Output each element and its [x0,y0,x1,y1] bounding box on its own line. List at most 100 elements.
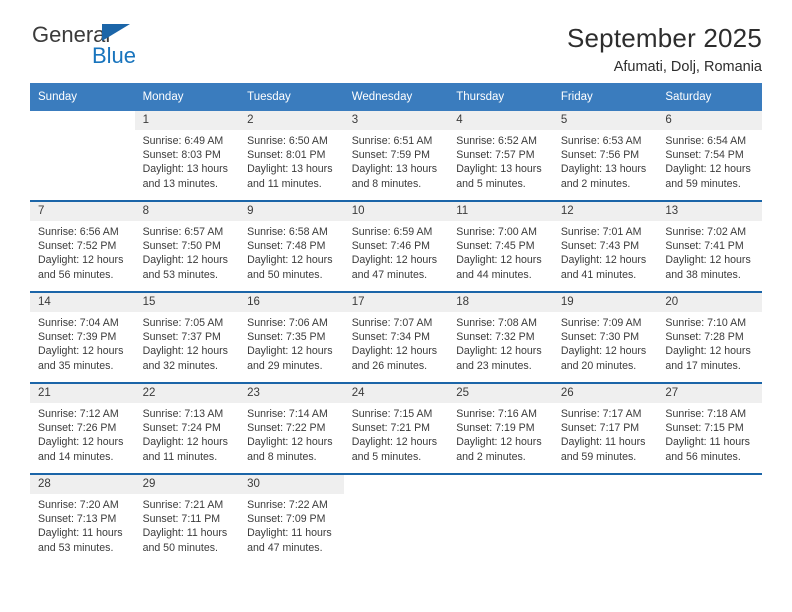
day-number-26[interactable]: 26 [552,384,658,403]
day-number-23[interactable]: 23 [239,384,344,403]
day-number-15[interactable]: 15 [134,293,240,312]
day-number-27[interactable]: 27 [657,384,762,403]
day-number-9[interactable]: 9 [239,202,344,221]
day-number-8[interactable]: 8 [134,202,240,221]
day-info-line: Sunrise: 7:17 AM [560,408,642,420]
day-number-17[interactable]: 17 [343,293,449,312]
day-number-21[interactable]: 21 [30,384,135,403]
page-header: General Blue September 2025 Afumati, Dol… [30,0,762,75]
day-info-21: Sunrise: 7:12 AM Sunset: 7:26 PM Daylight:… [30,403,135,473]
day-info-line: Sunrise: 6:50 AM [247,135,328,147]
title-block: September 2025 Afumati, Dolj, Romania [567,22,762,78]
day-number-30[interactable]: 30 [239,475,344,494]
day-info-16: Sunrise: 7:06 AM Sunset: 7:35 PM Daylight:… [239,312,344,382]
day-number-25[interactable]: 25 [448,384,553,403]
day-info-line: Sunset: 7:34 PM [351,331,431,344]
page-title: September 2025 [566,23,762,53]
day-number-12[interactable]: 12 [552,202,658,221]
page-subtitle: Afumati, Dolj, Romania [613,59,762,75]
day-number-24[interactable]: 24 [343,384,449,403]
day-info-line: Sunset: 7:54 PM [665,149,744,162]
day-info-line: Sunrise: 7:09 AM [560,317,642,329]
day-info-line: and 14 minutes. [38,450,114,463]
week-daynumber-row: 14 15 16 17 18 19 20 [30,293,762,312]
weekday-header-saturday: Saturday [657,83,762,111]
day-info-line: and 41 minutes. [560,268,637,281]
day-info-line: Sunrise: 7:22 AM [247,499,328,511]
day-info-line: Sunset: 7:59 PM [351,149,431,162]
day-number-20[interactable]: 20 [657,293,762,312]
day-number-13[interactable]: 13 [657,202,762,221]
day-info-10: Sunrise: 6:59 AM Sunset: 7:46 PM Daylight:… [343,221,449,291]
day-info-line: Sunrise: 7:00 AM [456,226,537,238]
day-info-30: Sunrise: 7:22 AM Sunset: 7:09 PM Daylight:… [239,494,344,564]
day-number-6[interactable]: 6 [657,111,762,130]
weekday-header-sunday: Sunday [30,83,135,111]
day-number-18[interactable]: 18 [448,293,553,312]
day-info-line: Daylight: 12 hours [142,345,228,358]
week-daynumber-row: 123456 [30,111,762,130]
day-info-18: Sunrise: 7:08 AM Sunset: 7:32 PM Daylight:… [448,312,553,382]
day-info-line: and 5 minutes. [456,177,526,190]
day-info-line: Sunset: 7:17 PM [560,422,640,435]
day-info-line: Sunrise: 6:49 AM [142,135,224,147]
day-info-line: Sunrise: 7:18 AM [665,408,747,420]
day-cell-empty [552,475,658,494]
day-info-line: Daylight: 12 hours [247,254,333,267]
day-info-line: Sunset: 7:45 PM [456,240,535,253]
day-cell-empty [657,475,762,494]
week-info-row: Sunrise: 7:20 AM Sunset: 7:13 PM Daylight:… [30,494,762,564]
day-info-line: Daylight: 13 hours [560,163,647,176]
day-info-line: Daylight: 12 hours [38,254,124,267]
day-number-22[interactable]: 22 [134,384,240,403]
day-number-14[interactable]: 14 [30,293,135,312]
day-number-4[interactable]: 4 [448,111,553,130]
day-info-line: Sunset: 7:28 PM [665,331,744,344]
day-number-1[interactable]: 1 [134,111,240,130]
day-number-3[interactable]: 3 [343,111,449,130]
day-info-line: Sunset: 7:52 PM [38,240,117,253]
day-info-line: Daylight: 12 hours [665,163,751,176]
day-info-line: and 53 minutes. [38,541,114,554]
day-number-7[interactable]: 7 [30,202,135,221]
day-info-line: Daylight: 13 hours [142,163,228,176]
day-info-line: Sunset: 7:09 PM [247,513,326,526]
day-info-line: Sunset: 7:24 PM [142,422,221,435]
day-number-10[interactable]: 10 [343,202,449,221]
day-info-line: Sunset: 7:56 PM [560,149,640,162]
day-number-19[interactable]: 19 [552,293,658,312]
day-info-line: Daylight: 12 hours [142,436,228,449]
day-info-line: Daylight: 12 hours [560,254,647,267]
day-info-line: and 17 minutes. [665,359,741,372]
day-info-line: and 47 minutes. [247,541,323,554]
day-info-line: Daylight: 13 hours [456,163,542,176]
day-number-29[interactable]: 29 [134,475,240,494]
day-info-line: Sunset: 7:13 PM [38,513,117,526]
day-info-line: Sunrise: 7:07 AM [351,317,433,329]
day-info-line: Sunrise: 6:52 AM [456,135,537,147]
day-info-line: Daylight: 12 hours [665,345,751,358]
day-number-16[interactable]: 16 [239,293,344,312]
day-info-19: Sunrise: 7:09 AM Sunset: 7:30 PM Daylight:… [552,312,658,382]
day-info-23: Sunrise: 7:14 AM Sunset: 7:22 PM Daylight:… [239,403,344,473]
day-info-empty [30,130,135,200]
day-info-9: Sunrise: 6:58 AM Sunset: 7:48 PM Daylight:… [239,221,344,291]
general-blue-logo[interactable]: General Blue [30,22,180,74]
day-info-29: Sunrise: 7:21 AM Sunset: 7:11 PM Daylight:… [134,494,240,564]
weekday-header-thursday: Thursday [448,83,553,111]
day-info-empty [448,494,553,564]
day-number-28[interactable]: 28 [30,475,135,494]
day-info-17: Sunrise: 7:07 AM Sunset: 7:34 PM Daylight:… [343,312,449,382]
day-info-line: Daylight: 12 hours [247,345,333,358]
day-info-15: Sunrise: 7:05 AM Sunset: 7:37 PM Daylight:… [134,312,240,382]
day-info-line: Sunrise: 7:12 AM [38,408,119,420]
day-info-line: and 53 minutes. [142,268,218,281]
day-number-2[interactable]: 2 [239,111,344,130]
day-info-line: and 56 minutes. [665,450,741,463]
day-info-line: Daylight: 12 hours [665,254,751,267]
day-number-5[interactable]: 5 [552,111,658,130]
day-info-empty [552,494,658,564]
day-info-line: Sunrise: 7:08 AM [456,317,537,329]
day-info-line: and 2 minutes. [560,177,631,190]
day-number-11[interactable]: 11 [448,202,553,221]
